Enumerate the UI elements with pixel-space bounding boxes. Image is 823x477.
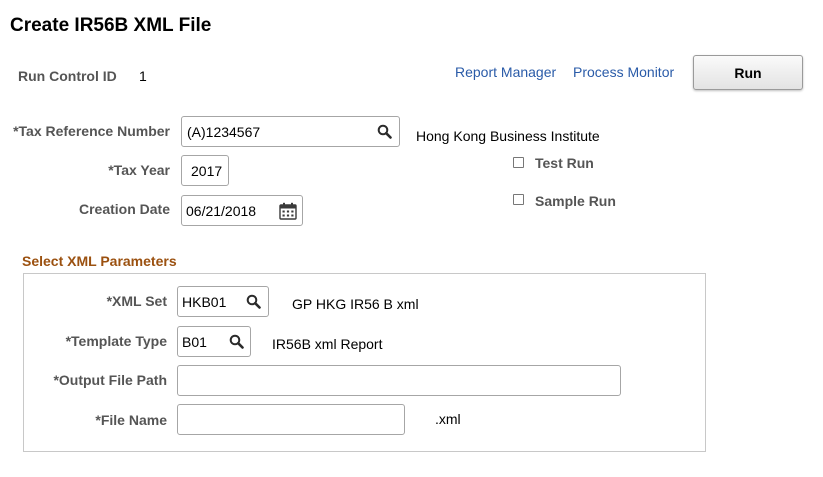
template-type-value: B01 xyxy=(182,333,207,350)
tax-reference-number-value: (A)1234567 xyxy=(187,123,261,140)
search-icon[interactable] xyxy=(244,293,262,311)
output-file-path-label: *Output File Path xyxy=(53,372,167,388)
xml-set-field[interactable]: HKB01 xyxy=(177,286,269,317)
run-button[interactable]: Run xyxy=(693,55,803,90)
creation-date-value: 06/21/2018 xyxy=(186,202,257,219)
tax-reference-number-label: *Tax Reference Number xyxy=(13,123,170,139)
tax-year-field[interactable]: 2017 xyxy=(181,155,229,186)
search-icon[interactable] xyxy=(227,333,245,351)
xml-set-description: GP HKG IR56 B xml xyxy=(292,296,419,312)
tax-year-label: *Tax Year xyxy=(108,162,170,178)
xml-set-value: HKB01 xyxy=(182,293,227,310)
test-run-checkbox[interactable] xyxy=(513,157,524,168)
xml-set-label: *XML Set xyxy=(106,293,167,309)
tax-reference-description: Hong Kong Business Institute xyxy=(416,128,600,144)
run-control-id-label: Run Control ID xyxy=(18,68,117,84)
run-control-id-value: 1 xyxy=(139,68,147,84)
output-file-path-field[interactable] xyxy=(177,365,621,396)
search-icon[interactable] xyxy=(375,123,393,141)
file-name-field[interactable] xyxy=(177,404,405,435)
report-manager-link[interactable]: Report Manager xyxy=(455,64,556,80)
template-type-label: *Template Type xyxy=(65,333,167,349)
sample-run-checkbox[interactable] xyxy=(513,194,524,205)
creation-date-label: Creation Date xyxy=(78,201,170,217)
process-monitor-link[interactable]: Process Monitor xyxy=(573,64,674,80)
test-run-label: Test Run xyxy=(535,155,594,171)
tax-year-value: 2017 xyxy=(191,162,223,179)
page-title: Create IR56B XML File xyxy=(10,15,212,36)
tax-reference-number-field[interactable]: (A)1234567 xyxy=(181,116,400,147)
file-name-label: *File Name xyxy=(95,412,167,428)
xml-parameters-section-title: Select XML Parameters xyxy=(22,253,177,269)
file-extension: .xml xyxy=(435,411,461,427)
sample-run-label: Sample Run xyxy=(535,193,616,209)
template-type-field[interactable]: B01 xyxy=(177,326,251,357)
template-type-description: IR56B xml Report xyxy=(272,336,383,352)
creation-date-field[interactable]: 06/21/2018 xyxy=(181,195,303,226)
calendar-icon[interactable] xyxy=(279,202,297,220)
